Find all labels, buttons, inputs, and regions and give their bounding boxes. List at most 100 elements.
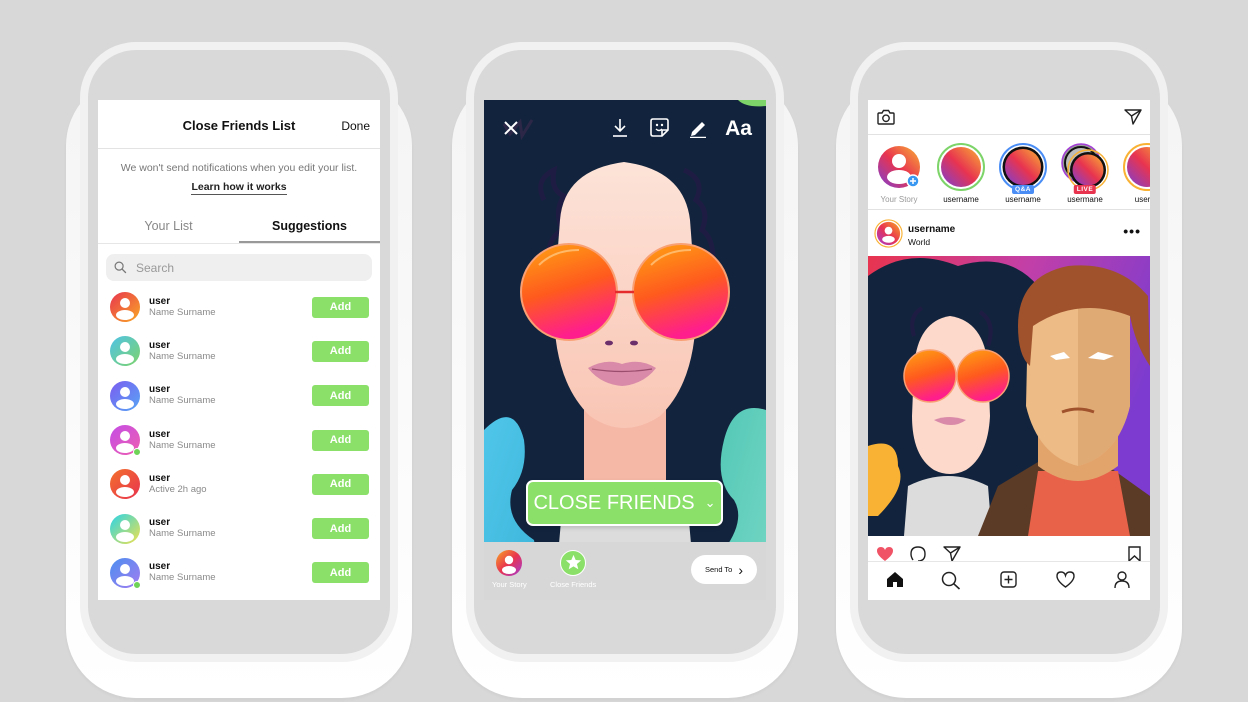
- share-icon[interactable]: [943, 546, 961, 562]
- chevron-down-icon: ⌄: [704, 495, 716, 510]
- screen-header: Close Friends List Done: [98, 100, 380, 149]
- more-options-icon[interactable]: •••: [1123, 223, 1141, 239]
- text-icon[interactable]: Aa: [725, 117, 752, 141]
- story-live[interactable]: LIVE usermane: [1056, 143, 1114, 204]
- send-to-label: Send To: [704, 565, 733, 574]
- username: user: [149, 339, 171, 351]
- send-to-button[interactable]: Send To ›: [691, 555, 757, 584]
- username: user: [149, 472, 171, 484]
- post-image: [868, 256, 1150, 536]
- learn-how-link[interactable]: Learn how it works: [191, 181, 287, 195]
- avatar: [496, 550, 523, 576]
- avatar[interactable]: [110, 336, 140, 367]
- username: user: [149, 384, 171, 396]
- avatar[interactable]: [110, 469, 140, 500]
- tab-your-list[interactable]: Your List: [98, 217, 239, 243]
- search-placeholder: Search: [136, 260, 175, 275]
- post-location[interactable]: World: [908, 237, 930, 247]
- close-friends-screen: Close Friends List Done We won't send no…: [98, 100, 380, 600]
- list-item: user Name Surname Add: [98, 329, 380, 373]
- feed-header: [868, 100, 1150, 135]
- close-friends-label: Close Friends: [550, 580, 597, 589]
- add-post-icon[interactable]: [1000, 571, 1017, 588]
- user-subtitle: Name Surname: [149, 395, 216, 407]
- story-label: username: [943, 195, 979, 204]
- search-icon: [114, 261, 127, 274]
- user-icon: [110, 513, 140, 544]
- online-indicator: [133, 448, 141, 457]
- your-story-label: Your Story: [492, 580, 527, 589]
- user-icon: [110, 469, 140, 500]
- add-button[interactable]: Add: [312, 518, 369, 540]
- avatar[interactable]: [110, 513, 140, 544]
- story-label: username: [1005, 195, 1041, 204]
- add-button[interactable]: Add: [312, 385, 369, 407]
- post-actions: [868, 541, 1150, 562]
- story-composer-screen: Aa CLOSE FRIENDS ⌄ Your Story Close Frie…: [484, 100, 766, 600]
- heart-filled-icon[interactable]: [876, 546, 894, 562]
- avatar[interactable]: [110, 557, 141, 589]
- user-icon: [502, 555, 517, 574]
- phone-feed: Your Story username Q&A username LIVE userman…: [836, 42, 1190, 698]
- user-icon: [110, 336, 140, 367]
- download-icon[interactable]: [612, 118, 628, 138]
- username: user: [149, 428, 171, 440]
- username: user: [149, 561, 171, 573]
- close-friends-option[interactable]: Close Friends: [550, 550, 596, 589]
- profile-icon[interactable]: [1114, 571, 1130, 589]
- audience-selector[interactable]: CLOSE FRIENDS ⌄: [526, 480, 723, 526]
- list-item: user Name Surname Add: [98, 418, 380, 462]
- activity-heart-icon[interactable]: [1056, 571, 1075, 588]
- page-title: Close Friends List: [182, 118, 296, 133]
- story-avatar: [875, 143, 923, 191]
- camera-icon[interactable]: [877, 109, 895, 125]
- avatar[interactable]: [110, 425, 141, 457]
- user-subtitle: Name Surname: [149, 350, 216, 362]
- story-normal[interactable]: userna: [1118, 143, 1150, 204]
- user-subtitle: Active 2h ago: [149, 483, 207, 495]
- qa-badge: Q&A: [1012, 185, 1034, 194]
- story-close-friends[interactable]: username: [932, 143, 990, 204]
- comment-icon[interactable]: [910, 546, 926, 562]
- phone-story-composer: Aa CLOSE FRIENDS ⌄ Your Story Close Frie…: [452, 42, 806, 698]
- close-icon[interactable]: [503, 120, 519, 136]
- draw-icon[interactable]: [688, 118, 708, 138]
- add-button[interactable]: Add: [312, 429, 369, 451]
- add-button[interactable]: Add: [312, 562, 369, 584]
- story-avatar: [937, 143, 985, 191]
- add-button[interactable]: Add: [312, 473, 369, 495]
- add-button[interactable]: Add: [312, 340, 369, 362]
- user-subtitle: Name Surname: [149, 572, 216, 584]
- post-avatar[interactable]: [874, 219, 903, 248]
- search-input[interactable]: Search: [106, 254, 372, 281]
- list-item: user Name Surname Add: [98, 551, 380, 595]
- search-icon[interactable]: [941, 571, 961, 590]
- list-item: user Active 2h ago Add: [98, 462, 380, 506]
- bookmark-icon[interactable]: [1128, 546, 1141, 562]
- suggestions-list: user Name Surname Add user Name Surname Add us…: [98, 285, 380, 595]
- done-button[interactable]: Done: [341, 119, 370, 133]
- phone-close-friends-list: Close Friends List Done We won't send no…: [66, 42, 420, 698]
- direct-message-icon[interactable]: [1124, 109, 1142, 125]
- user-subtitle: Name Surname: [149, 306, 216, 318]
- audience-label: CLOSE FRIENDS: [533, 491, 695, 514]
- tab-suggestions[interactable]: Suggestions: [239, 217, 380, 243]
- story-label: userna: [1134, 195, 1150, 204]
- star-icon: [565, 554, 581, 570]
- bottom-tab-bar: [868, 561, 1150, 597]
- user-icon: [110, 292, 140, 323]
- user-icon: [110, 380, 140, 411]
- your-story-option[interactable]: Your Story: [492, 550, 527, 589]
- live-badge: LIVE: [1073, 185, 1097, 194]
- add-button[interactable]: Add: [312, 296, 369, 318]
- avatar[interactable]: [110, 380, 140, 411]
- story-own[interactable]: Your Story: [870, 143, 928, 204]
- sticker-icon[interactable]: [650, 118, 669, 137]
- avatar[interactable]: [110, 292, 140, 323]
- home-icon[interactable]: [886, 571, 904, 588]
- post-username[interactable]: username: [908, 224, 955, 235]
- list-item: user Name Surname Add: [98, 374, 380, 418]
- feed-screen: Your Story username Q&A username LIVE userman…: [868, 100, 1150, 600]
- story-qa[interactable]: Q&A username: [994, 143, 1052, 204]
- list-item: user Name Surname Add: [98, 506, 380, 550]
